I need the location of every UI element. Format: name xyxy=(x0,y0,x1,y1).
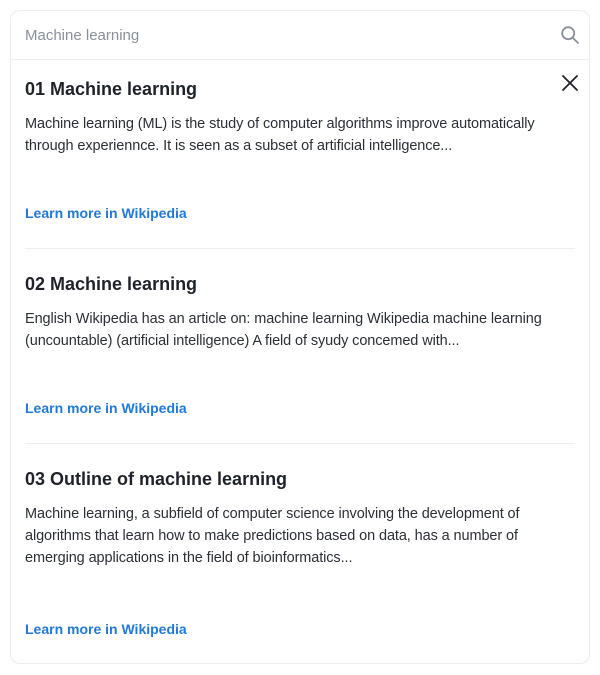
search-bar xyxy=(11,11,589,60)
divider xyxy=(25,443,575,444)
result-item: 03 Outline of machine learning Machine l… xyxy=(25,467,575,647)
search-input[interactable] xyxy=(25,21,545,49)
result-title: 02 Machine learning xyxy=(25,274,198,294)
result-title: 03 Outline of machine learning xyxy=(25,469,288,489)
result-snippet: Machine learning, a subfield of computer… xyxy=(25,506,520,566)
result-item: 01 Machine learning Machine learning (ML… xyxy=(25,77,575,237)
result-snippet: English Wikipedia has an article on: mac… xyxy=(25,311,542,349)
learn-more-link[interactable]: Learn more in Wikipedia xyxy=(25,619,187,639)
result-snippet: Machine learning (ML) is the study of co… xyxy=(25,116,535,154)
learn-more-link[interactable]: Learn more in Wikipedia xyxy=(25,398,187,418)
result-title: 01 Machine learning xyxy=(25,79,198,99)
divider xyxy=(25,248,575,249)
result-item: 02 Machine learning English Wikipedia ha… xyxy=(25,272,575,432)
learn-more-link[interactable]: Learn more in Wikipedia xyxy=(25,203,187,223)
search-icon[interactable] xyxy=(560,25,580,45)
search-results-panel: 01 Machine learning Machine learning (ML… xyxy=(10,10,590,664)
